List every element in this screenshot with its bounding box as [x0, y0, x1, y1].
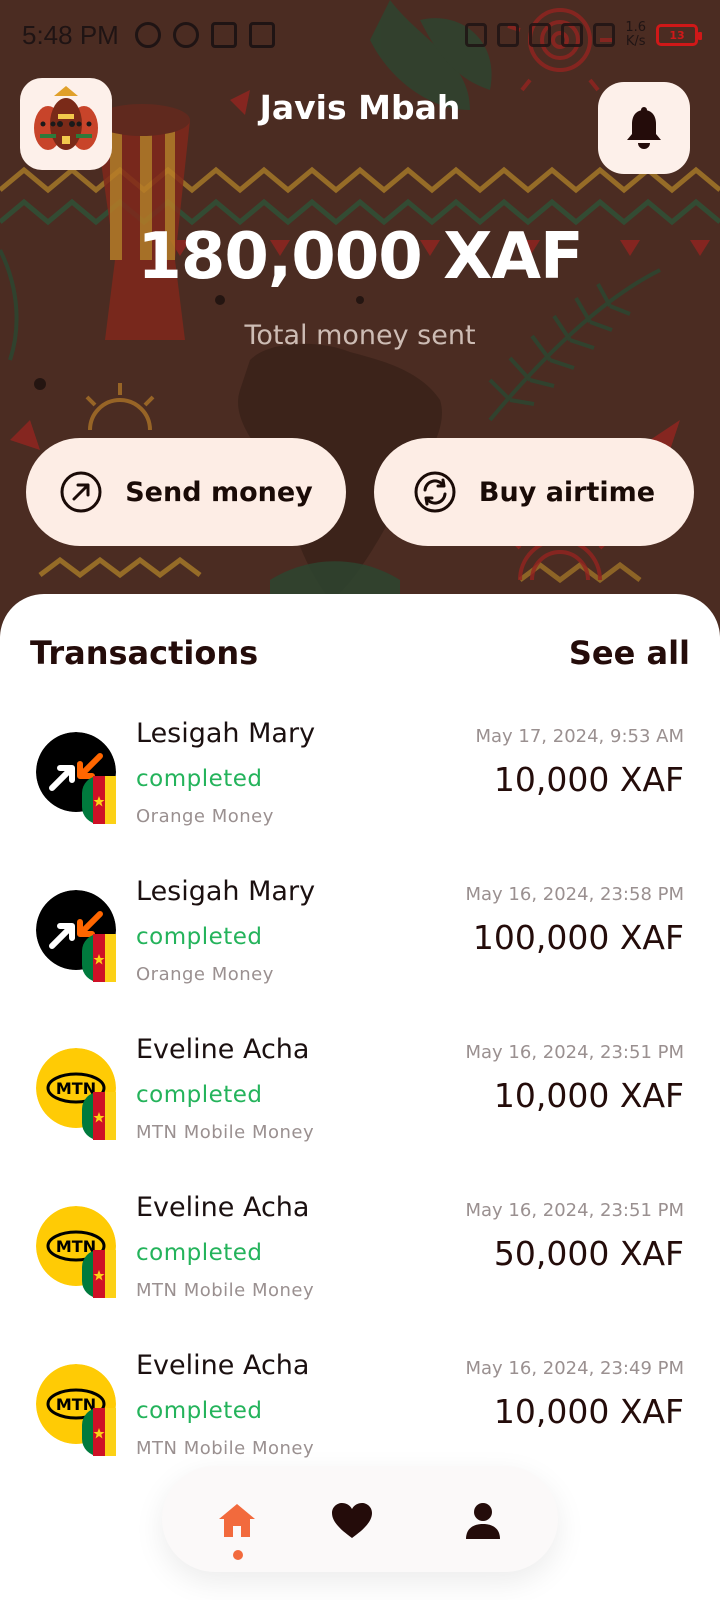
transaction-row[interactable]: Lesigah Mary completed Orange Money May … [0, 876, 720, 1040]
buy-airtime-label: Buy airtime [478, 476, 656, 508]
cameroon-flag-icon [82, 1250, 116, 1298]
heart-icon [332, 1503, 372, 1538]
transaction-row[interactable]: Lesigah Mary completed Orange Money May … [0, 718, 720, 882]
transaction-row[interactable]: MTN Eveline Acha completed MTN Mobile Mo… [0, 1192, 720, 1356]
transaction-name: Lesigah Mary [136, 876, 316, 907]
transaction-provider: MTN Mobile Money [136, 1280, 315, 1301]
cameroon-flag-icon [82, 776, 116, 824]
bottom-nav [162, 1466, 558, 1572]
transactions-header: Transactions See all [0, 634, 720, 684]
cameroon-flag-icon [82, 934, 116, 982]
total-amount: 180,000 XAF [137, 220, 583, 294]
linkedin-icon [210, 22, 237, 48]
send-money-label: Send money [125, 476, 313, 508]
nav-favorites[interactable] [327, 1496, 377, 1546]
transactions-title: Transactions [30, 634, 259, 672]
total-label: Total money sent [244, 320, 476, 351]
battery-icon: 13 [656, 24, 702, 46]
transaction-name: Eveline Acha [136, 1192, 310, 1223]
transaction-name: Eveline Acha [136, 1350, 310, 1381]
home-icon [219, 1504, 255, 1537]
transaction-amount: 10,000 XAF [493, 1076, 684, 1115]
transaction-amount: 100,000 XAF [472, 918, 684, 957]
nav-home[interactable] [212, 1496, 262, 1546]
app-notification-icon [134, 22, 161, 48]
transaction-amount: 50,000 XAF [493, 1234, 684, 1273]
transaction-date: May 17, 2024, 9:53 AM [475, 726, 684, 747]
status-indicators: 1.6 K/s 13 [465, 20, 702, 49]
cameroon-flag-icon [82, 1092, 116, 1140]
avatar[interactable] [20, 78, 112, 170]
transaction-amount: 10,000 XAF [493, 760, 684, 799]
signal-icon [593, 23, 616, 47]
transaction-provider: MTN Mobile Money [136, 1122, 315, 1143]
status-notifications [134, 22, 275, 48]
wifi-icon [529, 23, 552, 47]
active-indicator [233, 1550, 243, 1560]
vibrate-icon [497, 23, 520, 47]
buy-airtime-button[interactable]: Buy airtime [374, 438, 694, 546]
transaction-date: May 16, 2024, 23:49 PM [465, 1358, 684, 1379]
bluetooth-icon [465, 23, 488, 47]
transaction-name: Eveline Acha [136, 1034, 310, 1065]
bell-icon [627, 107, 661, 149]
transaction-date: May 16, 2024, 23:51 PM [465, 1042, 684, 1063]
cameroon-flag-icon [82, 1408, 116, 1456]
see-all-link[interactable]: See all [569, 634, 690, 672]
transaction-list: Lesigah Mary completed Orange Money May … [0, 718, 720, 1514]
signal-icon [561, 23, 584, 47]
transactions-sheet: Transactions See all Lesigah Mary comple… [0, 594, 720, 1600]
transaction-provider: Orange Money [136, 964, 274, 985]
transaction-status: completed [136, 1240, 263, 1266]
transaction-status: completed [136, 1398, 263, 1424]
transaction-status: completed [136, 924, 263, 950]
transaction-status: completed [136, 1082, 263, 1108]
transaction-date: May 16, 2024, 23:51 PM [465, 1200, 684, 1221]
transaction-provider: Orange Money [136, 806, 274, 827]
hero-banner: 5:48 PM 1.6 K/s 13 Javis Mbah 180,000 XA… [0, 0, 720, 640]
transaction-date: May 16, 2024, 23:58 PM [465, 884, 684, 905]
status-bar: 5:48 PM 1.6 K/s 13 [0, 0, 720, 70]
transaction-status: completed [136, 766, 263, 792]
refresh-circle-icon [414, 471, 456, 513]
send-money-button[interactable]: Send money [26, 438, 346, 546]
transaction-row[interactable]: MTN Eveline Acha completed MTN Mobile Mo… [0, 1034, 720, 1198]
network-speed: 1.6 K/s [625, 20, 646, 49]
status-time: 5:48 PM [22, 19, 119, 50]
nav-profile[interactable] [458, 1496, 508, 1546]
arrow-up-right-circle-icon [60, 471, 102, 513]
transaction-name: Lesigah Mary [136, 718, 316, 749]
notifications-button[interactable] [598, 82, 690, 174]
gmail-icon [248, 22, 275, 48]
user-name: Javis Mbah [259, 88, 461, 127]
transaction-amount: 10,000 XAF [493, 1392, 684, 1431]
transaction-provider: MTN Mobile Money [136, 1438, 315, 1459]
tribal-masks-icon [34, 86, 98, 150]
app-notification-icon [172, 22, 199, 48]
person-icon [466, 1503, 500, 1539]
